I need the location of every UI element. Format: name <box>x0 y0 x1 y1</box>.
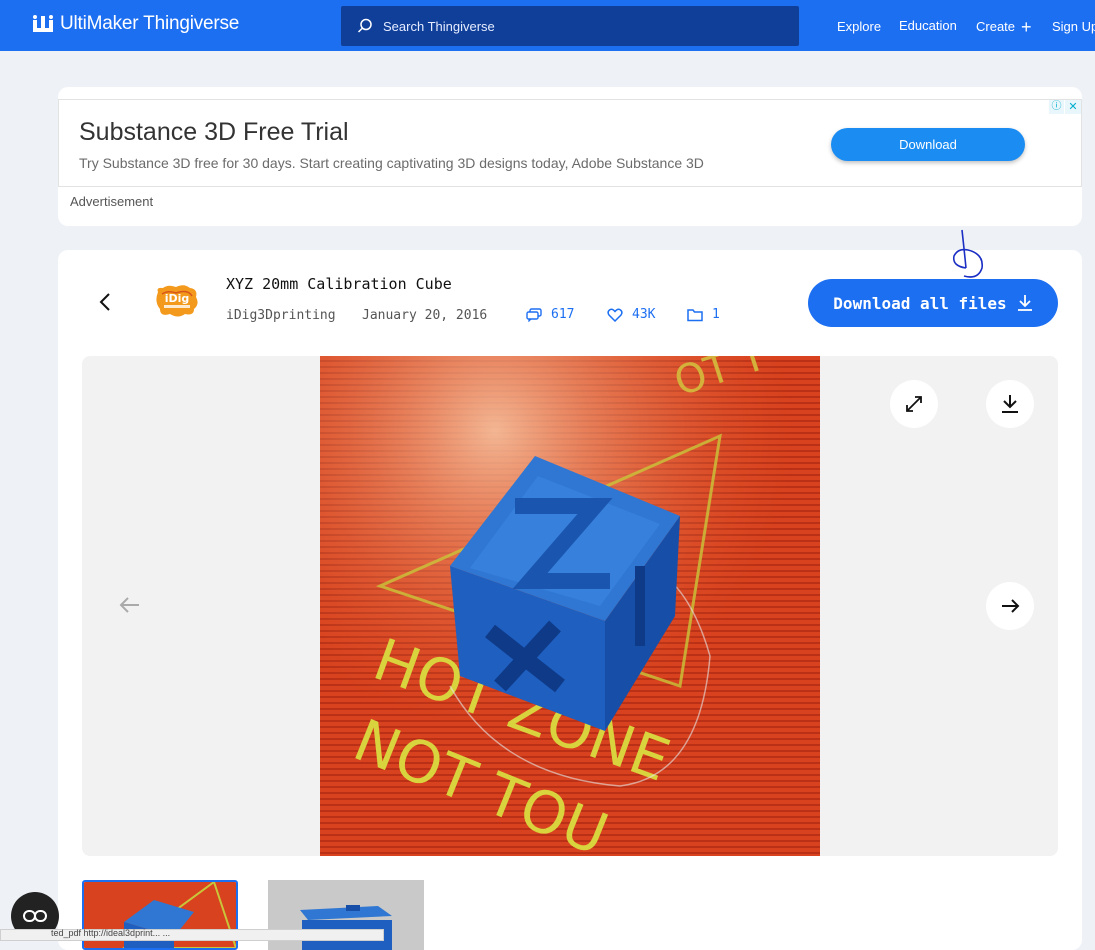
download-all-files-button[interactable]: Download all files <box>808 279 1058 327</box>
avatar[interactable]: iDig <box>154 284 200 318</box>
download-all-label: Download all files <box>833 293 1007 313</box>
brand-name: UltiMaker Thingiverse <box>60 13 240 34</box>
collections-stat[interactable]: 1 <box>687 307 720 322</box>
browser-status-bar: ted_pdf http://ideal3dprint... ... <box>0 928 384 941</box>
heart-icon <box>607 308 623 322</box>
download-icon <box>1002 395 1018 413</box>
infinity-icon <box>23 910 47 922</box>
comments-stat[interactable]: 617 <box>526 307 574 322</box>
likes-stat[interactable]: 43K <box>607 307 655 322</box>
plus-icon: + <box>1021 17 1032 37</box>
arrow-left-icon[interactable] <box>118 593 142 617</box>
search-input[interactable] <box>381 17 765 35</box>
brand-logo[interactable]: UltiMaker Thingiverse <box>32 13 239 35</box>
folder-icon <box>687 308 703 321</box>
ad-close-icon[interactable]: ✕ <box>1065 100 1081 114</box>
image-gallery: OT T HOT ZONE NOT TOU <box>82 356 1058 856</box>
author-link[interactable]: iDig3Dprinting <box>226 308 336 323</box>
search-box[interactable] <box>341 6 799 46</box>
ad-banner[interactable]: Substance 3D Free Trial Try Substance 3D… <box>58 99 1082 187</box>
nav-explore-link[interactable]: Explore <box>837 19 881 34</box>
ad-label: Advertisement <box>70 194 154 209</box>
ad-description[interactable]: Try Substance 3D free for 30 days. Start… <box>79 155 704 171</box>
thing-card: iDig XYZ 20mm Calibration Cube iDig3Dpri… <box>58 250 1082 950</box>
ad-title[interactable]: Substance 3D Free Trial <box>79 118 349 147</box>
ad-download-button[interactable]: Download <box>831 128 1025 161</box>
publish-date: January 20, 2016 <box>362 308 488 323</box>
fullscreen-button[interactable] <box>890 380 938 428</box>
nav-create-link[interactable]: Create + <box>976 17 1032 37</box>
nav-education-link[interactable]: Education <box>899 18 957 33</box>
likes-count: 43K <box>632 307 656 322</box>
comments-count: 617 <box>551 307 575 322</box>
pen-annotation <box>952 229 984 278</box>
download-icon <box>1017 295 1032 311</box>
nav-signup-link[interactable]: Sign Up <box>1052 19 1095 34</box>
nav-create-label: Create <box>976 19 1016 34</box>
main-thing-photo[interactable]: OT T HOT ZONE NOT TOU <box>320 356 820 856</box>
ad-card: Substance 3D Free Trial Try Substance 3D… <box>58 87 1082 226</box>
search-icon <box>357 18 372 33</box>
comments-icon <box>526 307 542 322</box>
chevron-left-icon[interactable] <box>94 290 118 314</box>
collections-count: 1 <box>712 307 720 322</box>
avatar-text: iDig <box>165 292 190 305</box>
next-image-button[interactable] <box>986 582 1034 630</box>
expand-icon <box>906 396 922 412</box>
ad-info-icon[interactable]: ⓘ <box>1049 100 1064 114</box>
page-title: XYZ 20mm Calibration Cube <box>226 275 452 293</box>
download-image-button[interactable] <box>986 380 1034 428</box>
arrow-right-icon <box>1002 599 1020 613</box>
ultimaker-logo-icon <box>33 15 53 32</box>
top-nav-bar: UltiMaker Thingiverse Explore Education … <box>0 0 1095 51</box>
